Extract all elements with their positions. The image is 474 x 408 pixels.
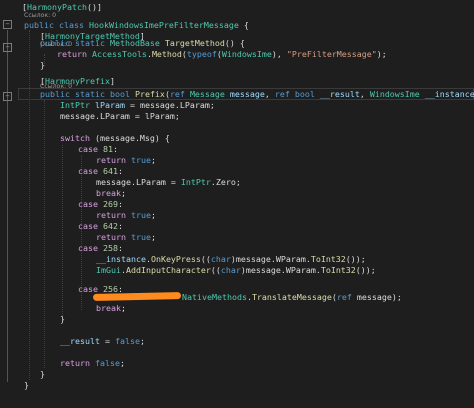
collapse-class-icon[interactable]: − <box>3 20 12 29</box>
code-line-29[interactable]: NativeMethods.TranslateMessage(ref messa… <box>182 291 402 303</box>
code-line-35[interactable]: return false; <box>60 357 125 369</box>
indent-guide <box>62 145 63 320</box>
code-line-31[interactable]: } <box>60 313 65 325</box>
code-line-36[interactable]: } <box>40 368 45 380</box>
code-line-37[interactable]: } <box>24 379 29 391</box>
indent-guide <box>44 100 45 368</box>
collapse-method-icon[interactable]: − <box>3 43 12 52</box>
code-line-8[interactable]: } <box>40 59 45 71</box>
code-editor[interactable]: − − − [HarmonyPatch()] Ссылок: 0 public … <box>0 0 474 408</box>
code-line-30[interactable]: break; <box>96 302 126 314</box>
code-line-7[interactable]: return AccessTools.Method(typeof(Windows… <box>57 48 387 60</box>
code-line-33[interactable]: __result = false; <box>60 335 145 347</box>
indent-guide <box>29 30 30 380</box>
collapse-method-icon[interactable]: − <box>3 92 12 101</box>
redaction-mark <box>92 292 182 301</box>
code-line-27[interactable]: ImGui.AddInputCharacter((char)message.WP… <box>96 264 376 276</box>
code-line-13[interactable]: message.LParam = lParam; <box>60 110 180 122</box>
editor-gutter <box>0 0 18 408</box>
fold-guide <box>7 30 8 382</box>
